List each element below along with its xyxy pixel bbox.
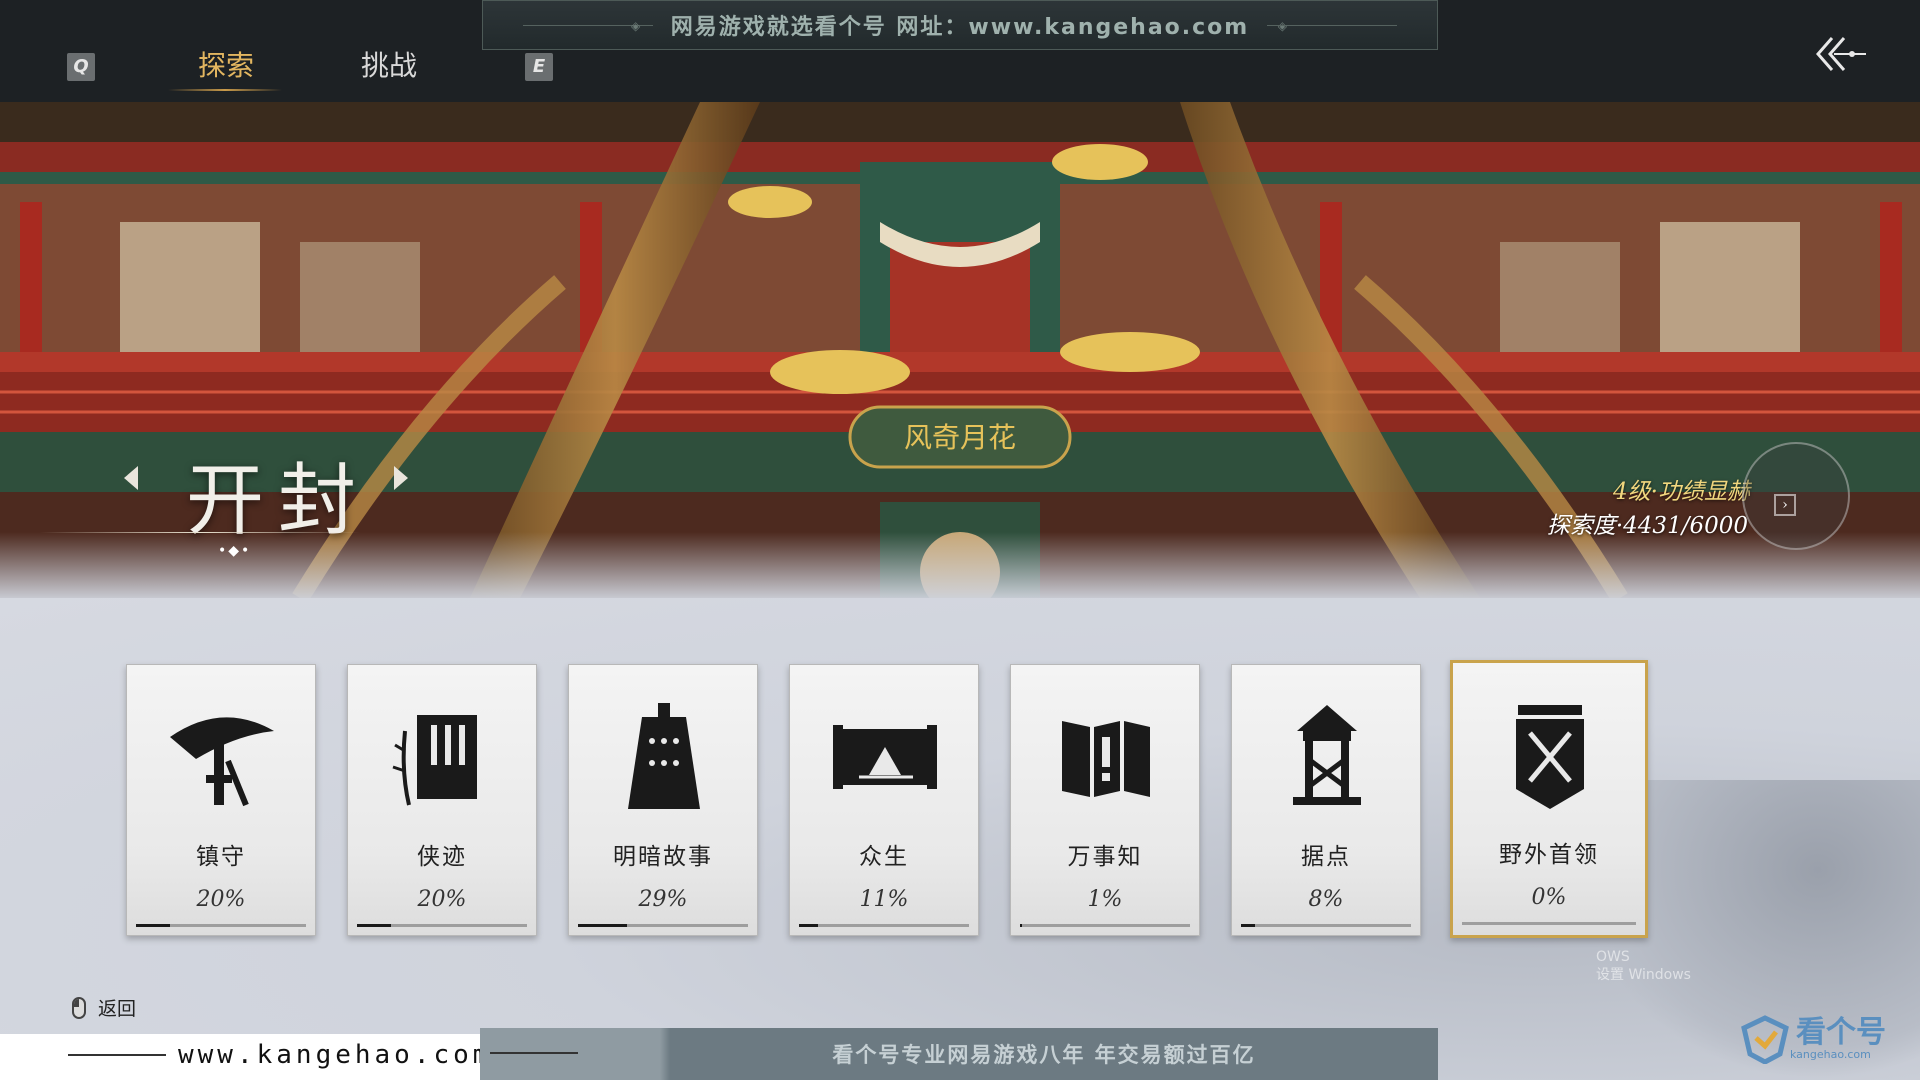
category-progress-bar bbox=[799, 924, 969, 927]
category-card-xiaji[interactable]: 侠迹 20% bbox=[347, 664, 537, 936]
tab-next-key[interactable]: E bbox=[525, 53, 553, 81]
windows-watermark: OWS 设置 Windows bbox=[1596, 949, 1691, 983]
category-percent: 8% bbox=[1308, 887, 1344, 912]
banner-diamond-icon: ◈ bbox=[1277, 19, 1289, 33]
shield-logo-icon bbox=[1741, 1015, 1789, 1064]
category-progress-bar bbox=[136, 924, 306, 927]
category-progress-fill bbox=[1020, 924, 1022, 927]
site-watermark-bar: www.kangehao.com bbox=[0, 1034, 488, 1080]
plaque-text: 风奇月花 bbox=[904, 421, 1016, 454]
book-bamboo-icon bbox=[392, 715, 477, 806]
category-label: 众生 bbox=[859, 844, 909, 870]
category-card-judian[interactable]: 据点 8% bbox=[1231, 664, 1421, 936]
scroll-painting-icon bbox=[833, 725, 937, 789]
category-label: 万事知 bbox=[1067, 844, 1143, 870]
tab-prev-key[interactable]: Q bbox=[67, 53, 95, 81]
category-card-zhongsheng[interactable]: 众生 11% bbox=[789, 664, 979, 936]
region-name-underline bbox=[40, 532, 360, 533]
category-percent: 20% bbox=[417, 887, 467, 912]
watchtower-icon bbox=[1293, 705, 1361, 805]
category-label: 据点 bbox=[1301, 844, 1351, 870]
ad-text: 看个号专业网易游戏八年 年交易额过百亿 bbox=[832, 1043, 1256, 1067]
double-chevron-left-icon bbox=[1816, 37, 1866, 71]
category-progress-fill bbox=[136, 924, 170, 927]
top-ad-banner: ◈ 网易游戏就选看个号 网址：www.kangehao.com ◈ bbox=[482, 0, 1438, 50]
category-progress-bar bbox=[1241, 924, 1411, 927]
crossed-swords-banner-icon bbox=[1516, 705, 1584, 809]
category-progress-fill bbox=[1241, 924, 1255, 927]
region-page-dots: •◆• bbox=[218, 543, 252, 559]
next-region-arrow[interactable] bbox=[394, 466, 408, 490]
tab-explore[interactable]: 探索 bbox=[198, 44, 254, 84]
exploration-detail-button[interactable]: › bbox=[1742, 442, 1850, 550]
folding-screen-icon bbox=[1062, 721, 1150, 797]
category-card-yewai-shouling[interactable]: 野外首领 0% bbox=[1450, 660, 1648, 938]
category-label: 明暗故事 bbox=[613, 844, 713, 870]
bamboo-hat-sword-icon bbox=[170, 717, 274, 807]
exploration-progress: 探索度·4431/6000 bbox=[1546, 513, 1748, 539]
category-percent: 20% bbox=[196, 887, 246, 912]
category-percent: 11% bbox=[859, 887, 909, 912]
site-line-left bbox=[68, 1054, 166, 1056]
category-progress-bar bbox=[1020, 924, 1190, 927]
category-label: 野外首领 bbox=[1499, 842, 1599, 868]
region-level: 4级·功绩显赫 bbox=[1613, 479, 1750, 505]
top-bar: ◈ 网易游戏就选看个号 网址：www.kangehao.com ◈ Q 探索 挑… bbox=[0, 0, 1920, 102]
category-percent: 0% bbox=[1531, 885, 1567, 910]
prev-region-arrow[interactable] bbox=[124, 466, 138, 490]
category-label: 镇守 bbox=[196, 844, 246, 870]
category-progress-fill bbox=[799, 924, 818, 927]
category-label: 侠迹 bbox=[417, 844, 467, 870]
banner-diamond-icon: ◈ bbox=[631, 19, 643, 33]
category-card-wanshizhi[interactable]: 万事知 1% bbox=[1010, 664, 1200, 936]
bottom-ad-strip: 看个号专业网易游戏八年 年交易额过百亿 bbox=[480, 1028, 1438, 1080]
back-label: 返回 bbox=[98, 998, 137, 1020]
corner-logo: 看个号 kangehao.com bbox=[1740, 1014, 1886, 1064]
category-progress-bar bbox=[357, 924, 527, 927]
banner-ornament-right bbox=[1267, 25, 1397, 26]
back-arrow-button[interactable] bbox=[1808, 30, 1868, 78]
tab-challenge[interactable]: 挑战 bbox=[361, 44, 417, 84]
arrow-right-box-icon: › bbox=[1774, 494, 1796, 516]
region-name: 开封 bbox=[186, 456, 371, 546]
logo-name: 看个号 bbox=[1796, 1014, 1886, 1050]
category-progress-fill bbox=[578, 924, 628, 927]
active-tab-underline bbox=[168, 89, 282, 91]
site-line-right bbox=[490, 1052, 578, 1054]
category-progress-fill bbox=[357, 924, 391, 927]
banner-text: 网易游戏就选看个号 网址：www.kangehao.com bbox=[670, 15, 1250, 40]
mouse-right-click-icon bbox=[72, 996, 86, 1019]
category-progress-bar bbox=[1462, 922, 1636, 925]
category-progress-bar bbox=[578, 924, 748, 927]
back-hint[interactable]: 返回 bbox=[72, 994, 136, 1021]
site-url: www.kangehao.com bbox=[178, 1040, 493, 1070]
category-percent: 29% bbox=[638, 887, 688, 912]
category-card-zhenshou[interactable]: 镇守 20% bbox=[126, 664, 316, 936]
category-percent: 1% bbox=[1087, 887, 1123, 912]
category-card-mingan-gushi[interactable]: 明暗故事 29% bbox=[568, 664, 758, 936]
bell-icon bbox=[628, 703, 700, 809]
